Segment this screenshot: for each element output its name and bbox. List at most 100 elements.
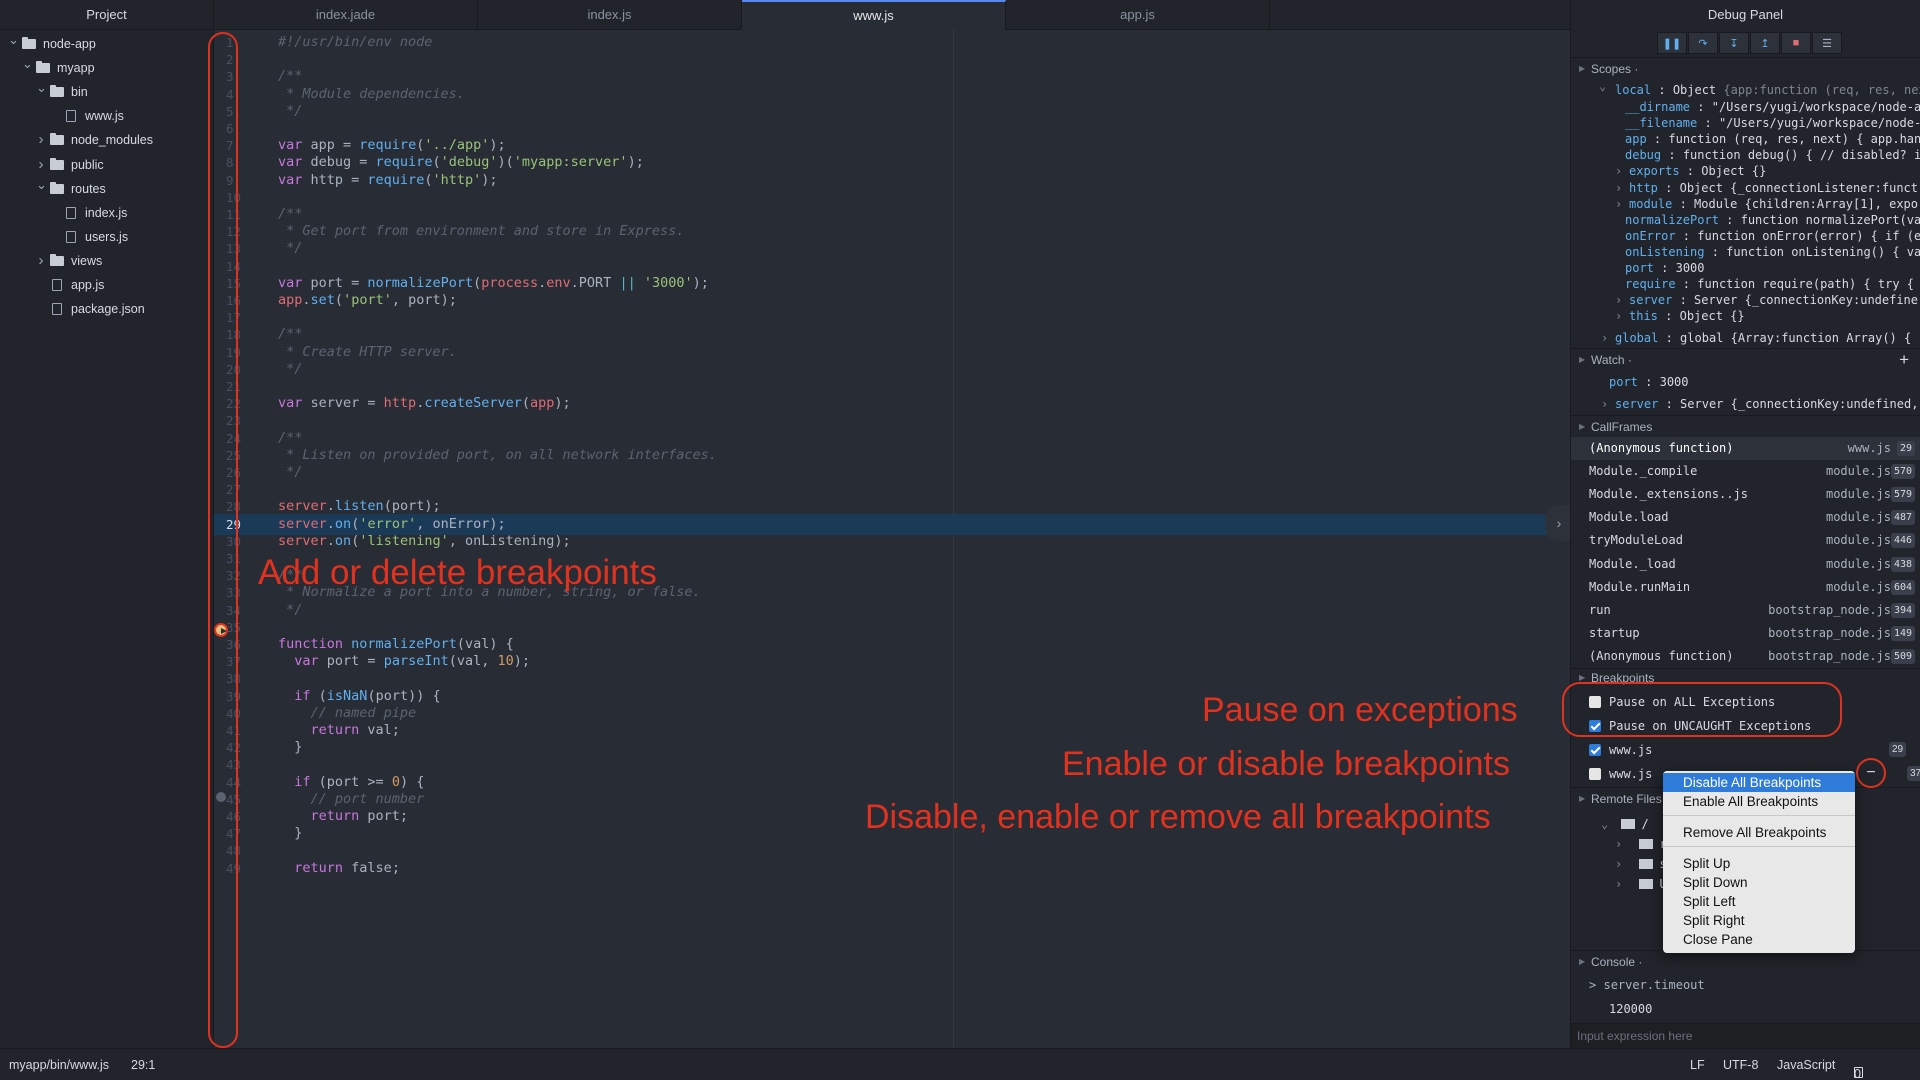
chevron-right-icon[interactable]: ›	[1615, 308, 1622, 324]
scope-variable[interactable]: › exports : Object {}	[1615, 163, 1766, 179]
callframe-row[interactable]: (Anonymous function) www.js 29	[1571, 437, 1920, 460]
status-grammar[interactable]: JavaScript	[1777, 1058, 1835, 1072]
callframes-section-header[interactable]: ▶ CallFrames	[1571, 415, 1920, 437]
pause-icon[interactable]: ❚❚	[1657, 32, 1687, 54]
menu-item-split-left[interactable]: Split Left	[1663, 892, 1855, 911]
tree-item[interactable]: › views	[0, 249, 214, 273]
scope-variable[interactable]: __dirname : "/Users/yugi/workspace/node-…	[1625, 99, 1920, 115]
tree-item[interactable]: ⌄ routes	[0, 177, 214, 201]
breakpoint-checkbox[interactable]	[1589, 744, 1601, 756]
scope-variable[interactable]: › module : Module {children:Array[1], ex…	[1615, 196, 1918, 212]
callframe-line-badge: 29	[1896, 441, 1915, 456]
chevron-right-icon[interactable]: ›	[1615, 837, 1629, 851]
remote-folder[interactable]: › U	[1615, 876, 1667, 892]
chevron-right-icon[interactable]: ›	[1615, 292, 1622, 308]
scope-variable[interactable]: › server : Server {_connectionKey:undefi…	[1615, 292, 1918, 308]
console-section-header[interactable]: ▶ Console ·	[1571, 950, 1920, 972]
console-input[interactable]: Input expression here	[1571, 1023, 1920, 1048]
scopes-section-header[interactable]: ▶ Scopes ·	[1571, 57, 1920, 79]
callframe-row[interactable]: Module._extensions..js module.js 579	[1571, 483, 1920, 506]
remote-root[interactable]: ⌄ /	[1601, 816, 1649, 832]
scope-variable[interactable]: normalizePort : function normalizePort(v…	[1625, 212, 1920, 228]
chevron-right-icon[interactable]: ›	[1615, 196, 1622, 212]
callframe-row[interactable]: Module.runMain module.js 604	[1571, 576, 1920, 599]
tab-www-js[interactable]: www.js	[742, 0, 1006, 30]
chevron-right-icon[interactable]: ›	[1615, 180, 1622, 196]
callframe-row[interactable]: startup bootstrap_node.js 149	[1571, 622, 1920, 645]
tree-item[interactable]: index.js	[0, 201, 214, 225]
scope-variable[interactable]: require : function require(path) { try {	[1625, 276, 1914, 292]
tree-item[interactable]: ⌄ myapp	[0, 56, 214, 80]
menu-item-disable-all-breakpoints[interactable]: Disable All Breakpoints	[1663, 773, 1855, 792]
watch-section-header[interactable]: ▶ Watch · +	[1571, 348, 1920, 370]
step-over-icon[interactable]: ↷	[1688, 32, 1718, 54]
chevron-right-icon[interactable]: ›	[36, 249, 46, 273]
tree-item[interactable]: package.json	[0, 297, 214, 321]
menu-item-split-down[interactable]: Split Down	[1663, 873, 1855, 892]
chevron-down-icon[interactable]: ⌄	[36, 76, 47, 100]
scope-variable[interactable]: app : function (req, res, next) { app.ha…	[1625, 131, 1920, 147]
scope-variable[interactable]: onError : function onError(error) { if (…	[1625, 228, 1920, 244]
tab-app-js[interactable]: app.js	[1006, 0, 1270, 30]
callframe-row[interactable]: run bootstrap_node.js 394	[1571, 599, 1920, 622]
chevron-right-icon[interactable]: ›	[1615, 857, 1629, 871]
status-file-path[interactable]: myapp/bin/www.js	[9, 1058, 109, 1072]
breakpoints-menu-minus-icon[interactable]: −	[1856, 758, 1886, 788]
menu-item-split-right[interactable]: Split Right	[1663, 911, 1855, 930]
tree-item[interactable]: ⌄ bin	[0, 80, 214, 104]
tree-item[interactable]: app.js	[0, 273, 214, 297]
callframe-row[interactable]: Module._compile module.js 570	[1571, 460, 1920, 483]
callframe-row[interactable]: Module._load module.js 438	[1571, 553, 1920, 576]
chevron-down-icon[interactable]: ⌄	[22, 52, 33, 76]
add-watch-button[interactable]: +	[1899, 349, 1909, 371]
status-line-ending[interactable]: LF	[1690, 1058, 1705, 1072]
code-editor[interactable]: 1 #!/usr/bin/env node 2 3/** 4 * Module depe…	[214, 30, 1570, 1048]
chevron-right-icon[interactable]: ›	[1601, 396, 1608, 412]
callframe-row[interactable]: Module.load module.js 487	[1571, 506, 1920, 529]
chevron-down-icon[interactable]: ⌄	[1599, 78, 1606, 94]
chevron-down-icon[interactable]: ⌄	[1601, 817, 1615, 831]
status-cursor-position[interactable]: 29:1	[131, 1058, 155, 1072]
breakpoint-checkbox[interactable]	[1589, 768, 1601, 780]
watch-item[interactable]: port : 3000	[1609, 374, 1689, 390]
callframe-row[interactable]: (Anonymous function) bootstrap_node.js 509	[1571, 645, 1920, 668]
menu-item-remove-all-breakpoints[interactable]: Remove All Breakpoints	[1663, 823, 1855, 842]
step-out-icon[interactable]: ↥	[1750, 32, 1780, 54]
menu-item-split-up[interactable]: Split Up	[1663, 854, 1855, 873]
chevron-right-icon[interactable]: ›	[1615, 877, 1629, 891]
menu-item-enable-all-breakpoints[interactable]: Enable All Breakpoints	[1663, 792, 1855, 811]
scope-variable[interactable]: › http : Object {_connectionListener:fun…	[1615, 180, 1918, 196]
remote-folder[interactable]: › r	[1615, 836, 1667, 852]
tab-index-jade[interactable]: index.jade	[214, 0, 478, 30]
menu-item-close-pane[interactable]: Close Pane	[1663, 930, 1855, 949]
tree-item[interactable]: › node_modules	[0, 128, 214, 152]
tree-item[interactable]: › public	[0, 153, 214, 177]
scope-variable[interactable]: port : 3000	[1625, 260, 1705, 276]
code-line[interactable]: 49 return false;	[214, 858, 1570, 879]
current-breakpoint-icon[interactable]	[214, 623, 228, 637]
remote-folder[interactable]: › s	[1615, 856, 1667, 872]
scope-variable[interactable]: › this : Object {}	[1615, 308, 1745, 324]
scope-variable[interactable]: __filename : "/Users/yugi/workspace/node…	[1625, 115, 1920, 131]
tree-item[interactable]: ⌄ node-app	[0, 32, 214, 56]
tab-index-js[interactable]: index.js	[478, 0, 742, 30]
step-into-icon[interactable]: ↧	[1719, 32, 1749, 54]
status-encoding[interactable]: UTF-8	[1723, 1058, 1758, 1072]
disabled-breakpoint-icon[interactable]	[216, 792, 226, 802]
watch-item[interactable]: › server : Server {_connectionKey:undefin…	[1601, 396, 1918, 412]
settings-icon[interactable]: ☰	[1812, 32, 1842, 54]
chevron-down-icon[interactable]: ⌄	[8, 28, 19, 52]
scope-variable[interactable]: debug : function debug() { // disabled? …	[1625, 147, 1920, 163]
chevron-right-icon[interactable]: ›	[1601, 330, 1608, 346]
tree-item[interactable]: users.js	[0, 225, 214, 249]
scope-local[interactable]: ⌄ local : Object {app:function (req, res,…	[1599, 79, 1920, 98]
scope-variable[interactable]: onListening : function onListening() { v…	[1625, 244, 1920, 260]
scope-global[interactable]: › global : global {Array:function Array()…	[1601, 330, 1920, 346]
chevron-down-icon[interactable]: ⌄	[36, 173, 47, 197]
dock-toggle-chevron-icon[interactable]: ›	[1545, 505, 1573, 541]
chevron-right-icon[interactable]: ›	[1615, 163, 1622, 179]
callframe-row[interactable]: tryModuleLoad module.js 446	[1571, 529, 1920, 552]
chevron-right-icon[interactable]: ›	[36, 128, 46, 152]
stop-icon[interactable]: ■	[1781, 32, 1811, 54]
tree-item[interactable]: www.js	[0, 104, 214, 128]
